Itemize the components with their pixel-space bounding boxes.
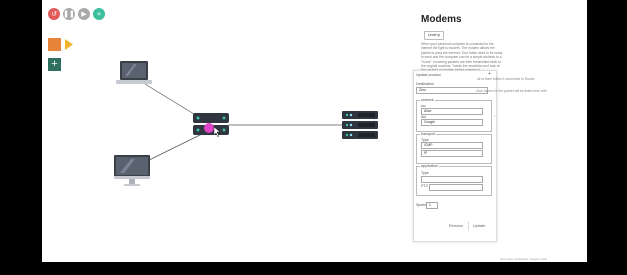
folder-button[interactable] — [48, 38, 61, 51]
transport-type-field[interactable]: ICMP — [421, 142, 483, 149]
add-button[interactable]: + — [48, 58, 61, 71]
network-legend: network — [420, 98, 435, 102]
app-value-label: PTC — [421, 184, 429, 188]
modem-device[interactable] — [193, 111, 233, 139]
play-triangle-icon — [65, 39, 73, 50]
tab-level[interactable]: Level ip — [424, 31, 444, 40]
window-frame: ↺ ❚❚ ▶ » + Modems Level ip When your pers… — [0, 0, 627, 275]
panel-title: Modems — [421, 14, 462, 25]
app-value-field[interactable] — [429, 184, 483, 191]
update-button[interactable]: Update — [468, 221, 489, 231]
play-icon: ▶ — [81, 10, 87, 18]
info-panel: Modems Level ip When your personal compu… — [405, 0, 510, 262]
pause-button[interactable]: ❚❚ — [63, 8, 75, 20]
run-button[interactable] — [64, 38, 74, 51]
pause-icon: ❚❚ — [63, 10, 75, 18]
fast-forward-button[interactable]: » — [93, 8, 105, 20]
side-note-1: all of them follow it connected to Route… — [477, 77, 535, 81]
transport-extra-field[interactable]: IP — [421, 150, 483, 157]
footer-links[interactable]: Tech Labs | Contributors | Support | Hel… — [500, 258, 547, 261]
dst-field[interactable]: Google — [421, 119, 483, 126]
transport-legend: transport — [420, 132, 437, 136]
destination-value: Zero — [419, 88, 426, 92]
reset-icon: ↺ — [51, 10, 57, 18]
app-screen: ↺ ❚❚ ▶ » + Modems Level ip When your pers… — [42, 0, 587, 262]
fast-forward-icon: » — [96, 10, 102, 18]
packet-highlight — [204, 123, 214, 133]
app-type-field[interactable] — [421, 176, 483, 183]
destination-label: Destination — [416, 82, 434, 86]
reset-button[interactable]: ↺ — [48, 8, 60, 20]
remove-button[interactable]: Remove — [446, 221, 466, 231]
side-note-2: Sub-layers for the packet will be listed… — [477, 89, 547, 93]
network-fieldset: network src Alice dst Google — [416, 98, 492, 132]
application-legend: application — [420, 164, 440, 168]
laptop-device[interactable] — [116, 60, 152, 88]
packet-form: Update product + Destination Zero ⌄ netw… — [413, 70, 497, 242]
speed-field[interactable]: 1 — [426, 202, 438, 209]
app-type-label: Type — [421, 171, 429, 175]
transport-fieldset: transport Type ICMP IP — [416, 132, 492, 164]
speed-label: Speed — [416, 203, 427, 207]
src-field[interactable]: Alice — [421, 108, 483, 115]
panel-description: When your personal computer is connected… — [421, 42, 503, 72]
desktop-device[interactable] — [114, 155, 150, 189]
application-fieldset: application Type PTC — [416, 164, 492, 196]
play-button[interactable]: ▶ — [78, 8, 90, 20]
collapse-arrow-icon[interactable]: ‹ — [494, 113, 495, 118]
add-icon: + — [51, 58, 58, 70]
server-device[interactable] — [342, 111, 380, 141]
form-heading: Update product — [416, 73, 441, 77]
network-canvas[interactable]: ↺ ❚❚ ▶ » + — [42, 0, 405, 262]
